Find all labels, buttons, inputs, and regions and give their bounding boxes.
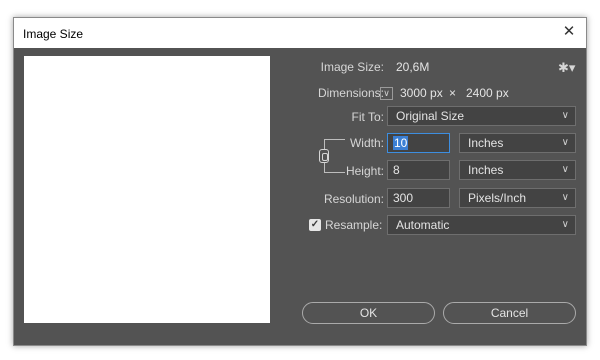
resample-select[interactable]: Automatic ∨ (387, 215, 576, 235)
dimensions-width: 3000 px (400, 86, 443, 100)
fit-to-value: Original Size (396, 109, 465, 123)
dimensions-height: 2400 px (466, 86, 509, 100)
chevron-down-icon[interactable]: ∨ (380, 87, 393, 100)
dialog-title: Image Size (23, 27, 84, 41)
height-value: 8 (393, 163, 400, 177)
resolution-unit-select[interactable]: Pixels/Inch ∨ (459, 188, 576, 208)
height-unit: Inches (468, 163, 504, 177)
height-unit-select[interactable]: Inches ∨ (459, 160, 576, 180)
width-label: Width: (349, 136, 384, 150)
width-unit-select[interactable]: Inches ∨ (459, 133, 576, 153)
cancel-button[interactable]: Cancel (443, 302, 576, 324)
image-size-dialog: Image Size ✕ Image Size: 20,6M ✱▾ Dimens… (13, 17, 587, 346)
dimensions-separator: × (449, 86, 457, 100)
width-input[interactable]: 10 (387, 133, 450, 153)
resolution-label: Resolution: (323, 192, 384, 206)
resolution-value: 300 (393, 191, 414, 205)
chevron-down-icon: ∨ (561, 164, 569, 175)
height-input[interactable]: 8 (387, 160, 450, 180)
close-icon[interactable]: ✕ (560, 23, 578, 41)
dimensions-label: Dimensions: (317, 86, 384, 100)
fit-to-label: Fit To: (351, 110, 384, 124)
resolution-input[interactable]: 300 (387, 188, 450, 208)
chevron-down-icon: ∨ (561, 110, 569, 121)
fit-to-select[interactable]: Original Size ∨ (387, 106, 576, 126)
checkmark-icon: ✓ (310, 219, 320, 230)
resample-checkbox[interactable]: ✓ (309, 219, 321, 231)
image-size-value: 20,6M (396, 60, 430, 74)
width-value: 10 (393, 136, 409, 150)
resample-value: Automatic (396, 218, 450, 232)
image-preview[interactable] (24, 56, 270, 323)
chevron-down-icon: ∨ (561, 219, 569, 230)
resolution-unit: Pixels/Inch (468, 191, 527, 205)
gear-icon[interactable]: ✱▾ (558, 60, 575, 76)
resample-label: Resample: (325, 218, 383, 232)
height-label: Height: (345, 164, 384, 178)
ok-button[interactable]: OK (302, 302, 435, 324)
width-unit: Inches (468, 136, 504, 150)
title-bar: Image Size ✕ (14, 18, 586, 48)
link-icon[interactable] (319, 149, 329, 163)
chevron-down-icon: ∨ (561, 137, 569, 148)
chevron-down-icon: ∨ (561, 192, 569, 203)
image-size-label: Image Size: (320, 60, 384, 74)
